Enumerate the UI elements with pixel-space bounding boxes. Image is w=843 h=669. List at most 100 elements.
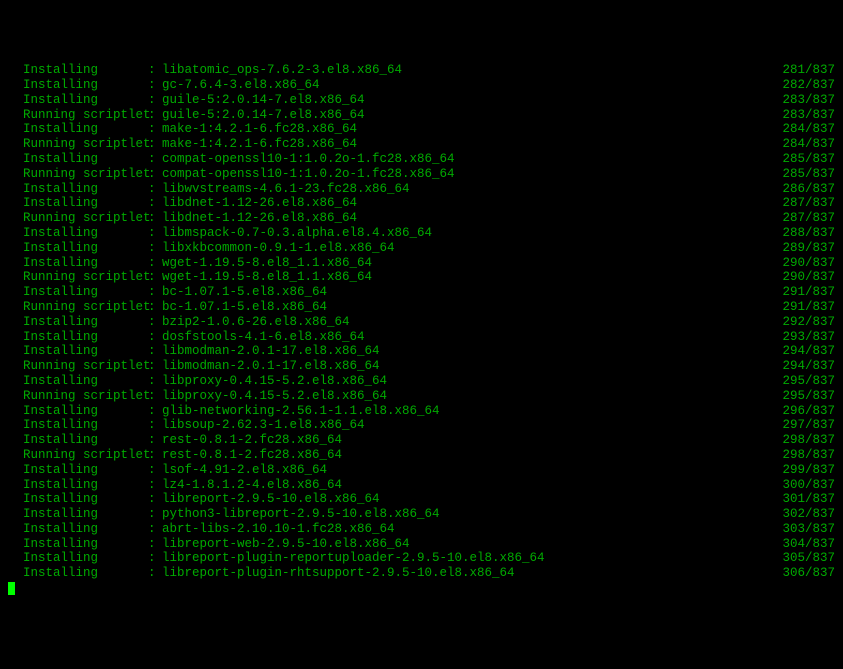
action-label: Installing	[8, 256, 148, 271]
progress-count: 290/837	[782, 270, 835, 285]
progress-count: 287/837	[782, 211, 835, 226]
progress-count: 297/837	[782, 418, 835, 433]
action-label: Installing	[8, 196, 148, 211]
output-line: Installing: wget-1.19.5-8.el8_1.1.x86_64…	[8, 256, 835, 271]
separator: :	[148, 78, 162, 93]
package-name: lz4-1.8.1.2-4.el8.x86_64	[162, 478, 342, 493]
package-name: abrt-libs-2.10.10-1.fc28.x86_64	[162, 522, 395, 537]
output-line: Installing: libmspack-0.7-0.3.alpha.el8.…	[8, 226, 835, 241]
action-label: Installing	[8, 463, 148, 478]
separator: :	[148, 551, 162, 566]
action-label: Running scriptlet	[8, 270, 148, 285]
separator: :	[148, 478, 162, 493]
package-name: dosfstools-4.1-6.el8.x86_64	[162, 330, 365, 345]
package-name: libreport-plugin-rhtsupport-2.9.5-10.el8…	[162, 566, 515, 581]
package-name: libatomic_ops-7.6.2-3.el8.x86_64	[162, 63, 402, 78]
separator: :	[148, 167, 162, 182]
package-name: libreport-2.9.5-10.el8.x86_64	[162, 492, 380, 507]
progress-count: 301/837	[782, 492, 835, 507]
progress-count: 289/837	[782, 241, 835, 256]
package-name: libmodman-2.0.1-17.el8.x86_64	[162, 344, 380, 359]
separator: :	[148, 566, 162, 581]
separator: :	[148, 63, 162, 78]
output-line: Running scriptlet: bc-1.07.1-5.el8.x86_6…	[8, 300, 835, 315]
output-line: Installing: libatomic_ops-7.6.2-3.el8.x8…	[8, 63, 835, 78]
separator: :	[148, 359, 162, 374]
cursor	[8, 582, 15, 595]
package-name: bc-1.07.1-5.el8.x86_64	[162, 285, 327, 300]
separator: :	[148, 433, 162, 448]
package-name: libsoup-2.62.3-1.el8.x86_64	[162, 418, 365, 433]
cursor-line	[8, 581, 835, 595]
action-label: Running scriptlet	[8, 137, 148, 152]
separator: :	[148, 300, 162, 315]
package-name: libxkbcommon-0.9.1-1.el8.x86_64	[162, 241, 395, 256]
separator: :	[148, 492, 162, 507]
package-name: python3-libreport-2.9.5-10.el8.x86_64	[162, 507, 440, 522]
separator: :	[148, 330, 162, 345]
action-label: Installing	[8, 404, 148, 419]
output-line: Installing: guile-5:2.0.14-7.el8.x86_642…	[8, 93, 835, 108]
progress-count: 300/837	[782, 478, 835, 493]
output-line: Installing: compat-openssl10-1:1.0.2o-1.…	[8, 152, 835, 167]
package-name: bzip2-1.0.6-26.el8.x86_64	[162, 315, 350, 330]
separator: :	[148, 463, 162, 478]
action-label: Installing	[8, 537, 148, 552]
output-line: Installing: glib-networking-2.56.1-1.1.e…	[8, 404, 835, 419]
separator: :	[148, 211, 162, 226]
output-line: Installing: make-1:4.2.1-6.fc28.x86_6428…	[8, 122, 835, 137]
action-label: Installing	[8, 507, 148, 522]
separator: :	[148, 152, 162, 167]
package-name: libdnet-1.12-26.el8.x86_64	[162, 196, 357, 211]
progress-count: 299/837	[782, 463, 835, 478]
output-line: Installing: abrt-libs-2.10.10-1.fc28.x86…	[8, 522, 835, 537]
output-line: Installing: libproxy-0.4.15-5.2.el8.x86_…	[8, 374, 835, 389]
separator: :	[148, 507, 162, 522]
output-line: Installing: python3-libreport-2.9.5-10.e…	[8, 507, 835, 522]
output-line: Running scriptlet: wget-1.19.5-8.el8_1.1…	[8, 270, 835, 285]
separator: :	[148, 404, 162, 419]
separator: :	[148, 93, 162, 108]
action-label: Installing	[8, 315, 148, 330]
progress-count: 296/837	[782, 404, 835, 419]
progress-count: 285/837	[782, 167, 835, 182]
separator: :	[148, 285, 162, 300]
progress-count: 305/837	[782, 551, 835, 566]
separator: :	[148, 108, 162, 123]
package-name: compat-openssl10-1:1.0.2o-1.fc28.x86_64	[162, 167, 455, 182]
separator: :	[148, 315, 162, 330]
progress-count: 293/837	[782, 330, 835, 345]
output-line: Installing: libreport-plugin-reportuploa…	[8, 551, 835, 566]
separator: :	[148, 226, 162, 241]
action-label: Installing	[8, 374, 148, 389]
separator: :	[148, 270, 162, 285]
package-name: compat-openssl10-1:1.0.2o-1.fc28.x86_64	[162, 152, 455, 167]
package-name: make-1:4.2.1-6.fc28.x86_64	[162, 122, 357, 137]
action-label: Installing	[8, 344, 148, 359]
action-label: Installing	[8, 226, 148, 241]
action-label: Installing	[8, 63, 148, 78]
action-label: Installing	[8, 78, 148, 93]
action-label: Running scriptlet	[8, 448, 148, 463]
action-label: Installing	[8, 492, 148, 507]
action-label: Installing	[8, 182, 148, 197]
action-label: Installing	[8, 241, 148, 256]
progress-count: 283/837	[782, 93, 835, 108]
output-line: Installing: libreport-web-2.9.5-10.el8.x…	[8, 537, 835, 552]
output-line: Running scriptlet: guile-5:2.0.14-7.el8.…	[8, 108, 835, 123]
progress-count: 286/837	[782, 182, 835, 197]
progress-count: 292/837	[782, 315, 835, 330]
action-label: Installing	[8, 566, 148, 581]
action-label: Installing	[8, 122, 148, 137]
output-line: Installing: lz4-1.8.1.2-4.el8.x86_64300/…	[8, 478, 835, 493]
progress-count: 285/837	[782, 152, 835, 167]
output-line: Running scriptlet: libmodman-2.0.1-17.el…	[8, 359, 835, 374]
package-name: bc-1.07.1-5.el8.x86_64	[162, 300, 327, 315]
progress-count: 294/837	[782, 359, 835, 374]
package-name: glib-networking-2.56.1-1.1.el8.x86_64	[162, 404, 440, 419]
action-label: Installing	[8, 433, 148, 448]
separator: :	[148, 344, 162, 359]
package-name: libproxy-0.4.15-5.2.el8.x86_64	[162, 389, 387, 404]
package-name: make-1:4.2.1-6.fc28.x86_64	[162, 137, 357, 152]
progress-count: 287/837	[782, 196, 835, 211]
